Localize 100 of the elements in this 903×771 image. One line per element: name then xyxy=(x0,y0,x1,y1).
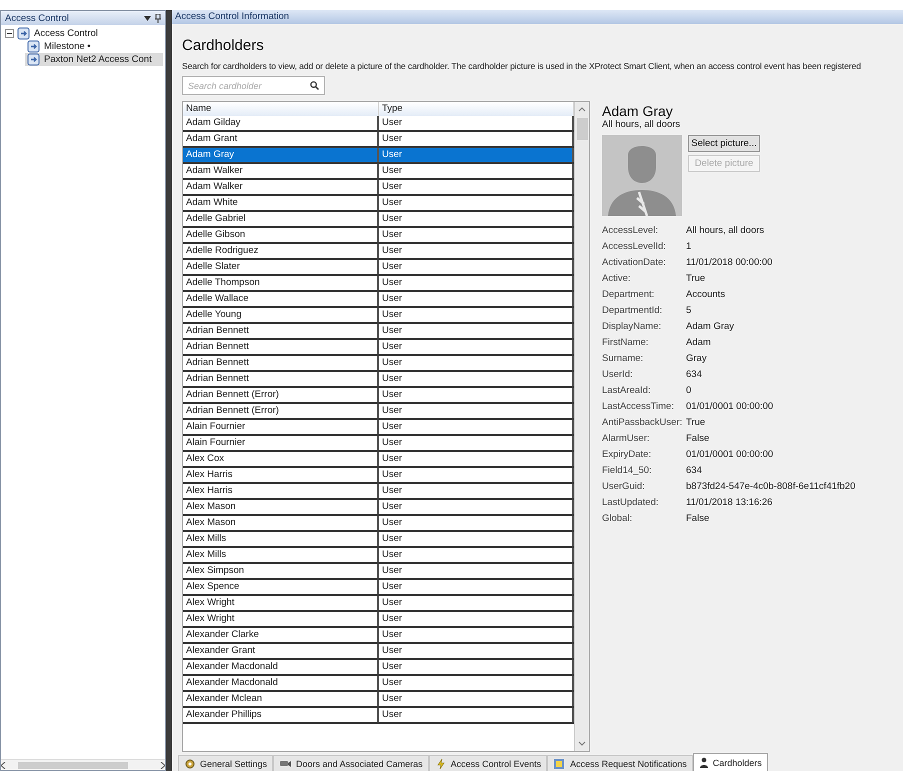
tab[interactable]: Doors and Associated Cameras xyxy=(273,755,429,771)
table-row[interactable]: Alexander Clarke User xyxy=(183,628,574,644)
table-row[interactable]: Alex Spence User xyxy=(183,580,574,596)
name-cell: Adam Gilday xyxy=(183,116,379,130)
field-value: 11/01/2018 00:00:00 xyxy=(686,256,774,270)
field-value: 01/01/0001 00:00:00 xyxy=(686,448,774,462)
collapse-icon[interactable] xyxy=(5,29,14,38)
table-row[interactable]: Adelle Thompson User xyxy=(183,276,574,292)
table-row[interactable]: Adam Gilday User xyxy=(183,116,574,132)
node-icon xyxy=(27,53,40,66)
name-cell: Adam Walker xyxy=(183,164,379,178)
table-row[interactable]: Adrian Bennett User xyxy=(183,372,574,388)
table-row[interactable]: Adam Walker User xyxy=(183,180,574,196)
name-cell: Adrian Bennett xyxy=(183,324,379,338)
field-label: AccessLevelId: xyxy=(602,240,667,254)
panel-title: Access Control Information xyxy=(172,10,903,24)
table-row[interactable]: Adrian Bennett User xyxy=(183,356,574,372)
name-cell: Adelle Gabriel xyxy=(183,212,379,226)
field-value: False xyxy=(686,432,710,446)
name-cell: Alex Mason xyxy=(183,500,379,514)
select-picture-button[interactable]: Select picture... xyxy=(688,135,760,152)
table-row[interactable]: Alex Simpson User xyxy=(183,564,574,580)
field-label: FirstName: xyxy=(602,336,650,350)
table-row[interactable]: Alex Wright User xyxy=(183,596,574,612)
name-cell: Alex Mason xyxy=(183,516,379,530)
table-row[interactable]: Adrian Bennett (Error) User xyxy=(183,388,574,404)
table-row[interactable]: Alex Harris User xyxy=(183,484,574,500)
pin-icon[interactable] xyxy=(155,14,161,22)
name-cell: Alex Mills xyxy=(183,532,379,546)
name-cell: Alex Simpson xyxy=(183,564,379,578)
column-header[interactable]: Name xyxy=(183,102,379,116)
name-cell: Adrian Bennett (Error) xyxy=(183,404,379,418)
name-cell: Adam Walker xyxy=(183,180,379,194)
table-row[interactable]: Alex Wright User xyxy=(183,612,574,628)
table-row[interactable]: Alex Mills User xyxy=(183,548,574,564)
name-cell: Alexander Grant xyxy=(183,644,379,658)
table-row[interactable]: Alex Mason User xyxy=(183,500,574,516)
table-row[interactable]: Adelle Gabriel User xyxy=(183,212,574,228)
table-row[interactable]: Alexander Phillips User xyxy=(183,708,574,724)
table-row[interactable]: Adrian Bennett User xyxy=(183,340,574,356)
table-row[interactable]: Alex Mills User xyxy=(183,532,574,548)
tab[interactable]: Access Control Events xyxy=(428,755,548,771)
tree-item[interactable]: Access Control xyxy=(33,28,99,39)
node-icon xyxy=(17,27,30,40)
field-label: Department: xyxy=(602,288,656,302)
table-row[interactable]: Adrian Bennett User xyxy=(183,324,574,340)
name-cell: Alex Spence xyxy=(183,580,379,594)
name-cell: Adam White xyxy=(183,196,379,210)
vertical-scrollbar[interactable] xyxy=(574,102,589,751)
table-row[interactable]: Alain Fournier User xyxy=(183,436,574,452)
name-cell: Alain Fournier xyxy=(183,436,379,450)
scroll-right-icon[interactable] xyxy=(160,762,165,768)
table-row[interactable]: Adrian Bennett (Error) User xyxy=(183,404,574,420)
table-row[interactable]: Alexander Macdonald User xyxy=(183,676,574,692)
gear-icon xyxy=(184,758,196,770)
scroll-thumb[interactable] xyxy=(576,118,588,140)
horizontal-scrollbar[interactable] xyxy=(1,759,165,770)
name-cell: Alexander Macdonald xyxy=(183,676,379,690)
table-row[interactable]: Adelle Slater User xyxy=(183,260,574,276)
field-label: LastAccessTime: xyxy=(602,400,675,414)
field-label: LastAreaId: xyxy=(602,384,652,398)
table-row[interactable]: Adelle Gibson User xyxy=(183,228,574,244)
field-value: b873fd24-547e-4c0b-808f-6e11cf41fb20 xyxy=(686,480,856,494)
field-label: DepartmentId: xyxy=(602,304,664,318)
table-row[interactable]: Alexander Mclean User xyxy=(183,692,574,708)
field-label: ActivationDate: xyxy=(602,256,667,270)
table-row[interactable]: Adam White User xyxy=(183,196,574,212)
search-icon[interactable] xyxy=(310,81,319,90)
tab[interactable]: Access Request Notifications xyxy=(547,755,693,771)
name-cell: Alex Wright xyxy=(183,612,379,626)
table-row[interactable]: Adelle Rodriguez User xyxy=(183,244,574,260)
search-field[interactable]: Search cardholder xyxy=(182,76,325,95)
field-label: AccessLevel: xyxy=(602,224,659,238)
table-row[interactable]: Adam Gray User xyxy=(183,148,574,164)
table-row[interactable]: Alexander Grant User xyxy=(183,644,574,660)
field-value: 634 xyxy=(686,464,703,478)
scroll-left-icon[interactable] xyxy=(1,762,6,768)
name-cell: Adelle Rodriguez xyxy=(183,244,379,258)
name-cell: Alexander Clarke xyxy=(183,628,379,642)
field-value: True xyxy=(686,272,706,286)
tree-item[interactable]: Milestone • xyxy=(43,41,92,52)
table-row[interactable]: Alexander Macdonald User xyxy=(183,660,574,676)
table-row[interactable]: Alex Harris User xyxy=(183,468,574,484)
cardholder-name: Adam Gray xyxy=(602,103,674,119)
table-row[interactable]: Adelle Wallace User xyxy=(183,292,574,308)
field-value: All hours, all doors xyxy=(686,224,766,238)
field-value: Adam xyxy=(686,336,712,350)
table-row[interactable]: Alex Cox User xyxy=(183,452,574,468)
tab[interactable]: Cardholders xyxy=(692,753,768,771)
tree-item[interactable]: Paxton Net2 Access Cont xyxy=(43,54,153,65)
dropdown-icon[interactable] xyxy=(144,16,151,20)
field-label: AlarmUser: xyxy=(602,432,651,446)
table-row[interactable]: Alex Mason User xyxy=(183,516,574,532)
access-level-subtitle: All hours, all doors xyxy=(602,119,682,130)
table-row[interactable]: Adam Walker User xyxy=(183,164,574,180)
tab[interactable]: General Settings xyxy=(178,755,274,771)
table-row[interactable]: Alain Fournier User xyxy=(183,420,574,436)
table-row[interactable]: Adelle Young User xyxy=(183,308,574,324)
field-label: Field14_50: xyxy=(602,464,653,478)
scroll-thumb[interactable] xyxy=(18,762,128,768)
